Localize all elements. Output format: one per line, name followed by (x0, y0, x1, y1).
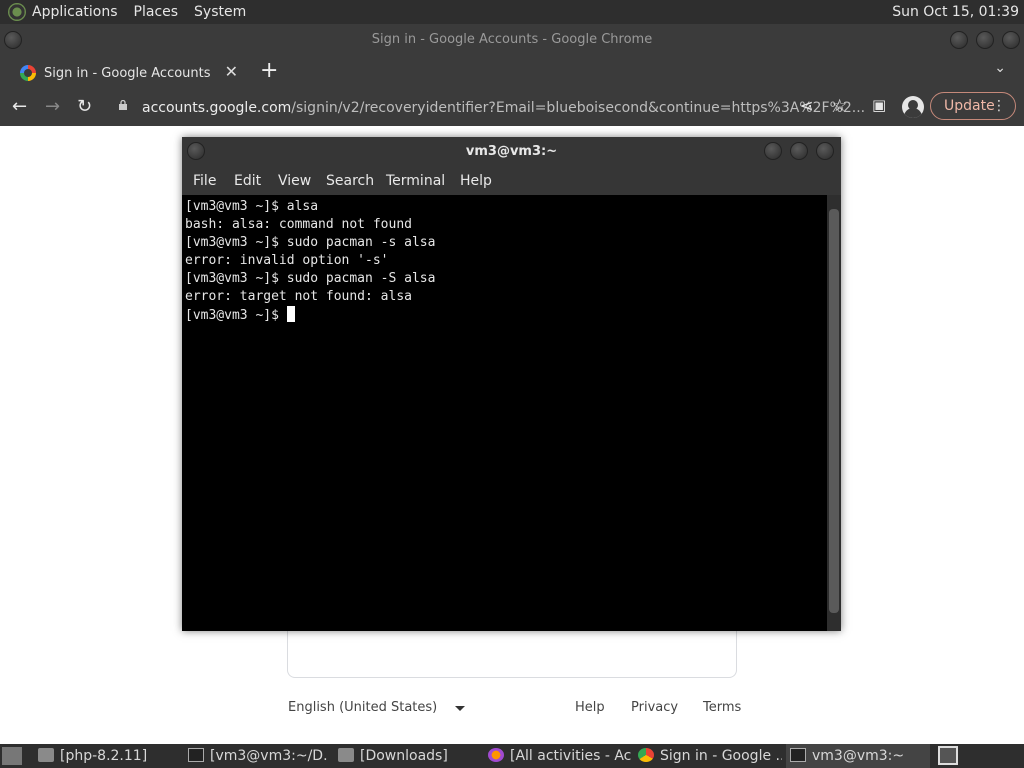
taskbar-item-firefox[interactable]: [All activities - Ac... (488, 744, 632, 768)
terminal-maximize-button[interactable] (790, 142, 808, 160)
url-host: accounts.google.com (142, 100, 292, 116)
forward-arrow-icon[interactable]: → (45, 96, 60, 117)
folder-icon (38, 748, 54, 762)
taskbar-item-terminal-downloads[interactable]: [vm3@vm3:~/D... (188, 744, 328, 768)
signin-card (287, 630, 737, 678)
chrome-icon (638, 748, 654, 762)
terminal-icon (188, 748, 204, 762)
terminal-line: error: target not found: alsa (185, 289, 412, 304)
profile-avatar-icon[interactable] (902, 96, 924, 118)
language-dropdown-arrow-icon[interactable] (455, 706, 465, 711)
folder-icon (338, 748, 354, 762)
terminal-prompt-line: [vm3@vm3 ~]$ (185, 306, 827, 325)
terminal-line: [vm3@vm3 ~]$ alsa (185, 199, 319, 214)
update-label: Update (944, 98, 995, 114)
tab-close-icon[interactable]: ✕ (225, 62, 238, 81)
system-menu[interactable]: System (194, 4, 254, 20)
more-menu-icon[interactable]: ⋮ (992, 93, 1006, 119)
taskbar-item-downloads[interactable]: [Downloads] (338, 744, 478, 768)
taskbar-item-label: [All activities - Ac... (510, 748, 632, 764)
firefox-icon (488, 748, 504, 762)
bottom-taskbar: [php-8.2.11] [vm3@vm3:~/D... [Downloads]… (0, 744, 1024, 768)
terminal-window-menu-button[interactable] (187, 142, 205, 160)
google-favicon-icon (20, 65, 36, 81)
taskbar-item-label: [vm3@vm3:~/D... (210, 748, 328, 764)
terminal-cursor (286, 306, 295, 322)
show-desktop-icon[interactable] (2, 747, 22, 765)
terminal-line: error: invalid option '-s' (185, 253, 389, 268)
terminal-menu-edit[interactable]: Edit (234, 173, 261, 189)
lock-icon[interactable] (118, 100, 128, 110)
taskbar-item-vm3-terminal[interactable]: vm3@vm3:~ (786, 744, 930, 768)
terminal-title: vm3@vm3:~ (465, 144, 558, 159)
places-menu[interactable]: Places (134, 4, 187, 20)
window-menu-button[interactable] (4, 31, 22, 49)
tab-bar: Sign in - Google Accounts ✕ + ⌄ (0, 56, 1024, 88)
terminal-menu-search[interactable]: Search (326, 173, 374, 189)
taskbar-item-label: Sign in - Google ... (660, 748, 782, 764)
terminal-menu-help[interactable]: Help (460, 173, 492, 189)
scrollbar-thumb[interactable] (829, 209, 839, 613)
terminal-menu-file[interactable]: File (193, 173, 216, 189)
minimize-button[interactable] (950, 31, 968, 49)
new-tab-icon[interactable]: + (260, 58, 278, 83)
reload-icon[interactable]: ↻ (77, 96, 92, 117)
back-arrow-icon[interactable]: ← (12, 96, 27, 117)
terminal-line: [vm3@vm3 ~]$ sudo pacman -S alsa (185, 271, 436, 286)
distro-logo-icon[interactable] (8, 3, 26, 21)
bookmark-star-icon[interactable]: ☆ (832, 96, 847, 116)
terminal-window[interactable]: vm3@vm3:~ File Edit View Search Terminal… (182, 137, 841, 631)
close-button[interactable] (1002, 31, 1020, 49)
chrome-titlebar: Sign in - Google Accounts - Google Chrom… (0, 24, 1024, 56)
share-icon[interactable]: ⋖ (800, 96, 813, 115)
url-path: /signin/v2/recoveryidentifier?Email=blue… (291, 100, 866, 116)
taskbar-item-php[interactable]: [php-8.2.11] (38, 744, 178, 768)
taskbar-item-chrome[interactable]: Sign in - Google ... (638, 744, 782, 768)
taskbar-item-label: vm3@vm3:~ (812, 748, 905, 764)
applications-menu[interactable]: Applications (32, 4, 126, 20)
language-selector[interactable]: English (United States) (288, 700, 437, 715)
terminal-line: [vm3@vm3 ~]$ sudo pacman -s alsa (185, 235, 436, 250)
clock[interactable]: Sun Oct 15, 01:39 (892, 4, 1019, 20)
footer-help-link[interactable]: Help (575, 700, 605, 715)
footer-privacy-link[interactable]: Privacy (631, 700, 678, 715)
tab-sign-in[interactable]: Sign in - Google Accounts ✕ (8, 58, 248, 88)
browser-toolbar: ← → ↻ accounts.google.com/signin/v2/reco… (0, 88, 1024, 126)
address-bar[interactable]: accounts.google.com/signin/v2/recoveryid… (142, 95, 872, 121)
taskbar-item-label: [Downloads] (360, 748, 448, 764)
workspace-switcher[interactable] (938, 746, 958, 765)
taskbar-item-label: [php-8.2.11] (60, 748, 148, 764)
top-panel: Applications Places System Sun Oct 15, 0… (0, 0, 1024, 24)
terminal-titlebar[interactable]: vm3@vm3:~ (182, 137, 841, 167)
window-title: Sign in - Google Accounts - Google Chrom… (371, 32, 653, 47)
terminal-output[interactable]: [vm3@vm3 ~]$ alsa bash: alsa: command not… (182, 195, 827, 631)
terminal-menu-view[interactable]: View (278, 173, 311, 189)
terminal-menubar: File Edit View Search Terminal Help (182, 167, 841, 195)
terminal-icon (790, 748, 806, 762)
footer-terms-link[interactable]: Terms (703, 700, 741, 715)
terminal-menu-terminal[interactable]: Terminal (386, 173, 445, 189)
tab-title: Sign in - Google Accounts (44, 65, 211, 81)
update-button[interactable]: Update ⋮ (930, 92, 1016, 120)
tab-search-chevron-icon[interactable]: ⌄ (994, 60, 1006, 76)
terminal-close-button[interactable] (816, 142, 834, 160)
terminal-minimize-button[interactable] (764, 142, 782, 160)
terminal-scrollbar[interactable] (827, 195, 841, 631)
terminal-prompt: [vm3@vm3 ~]$ (185, 308, 287, 323)
maximize-button[interactable] (976, 31, 994, 49)
side-panel-icon[interactable]: ▣ (872, 96, 886, 114)
terminal-line: bash: alsa: command not found (185, 217, 412, 232)
